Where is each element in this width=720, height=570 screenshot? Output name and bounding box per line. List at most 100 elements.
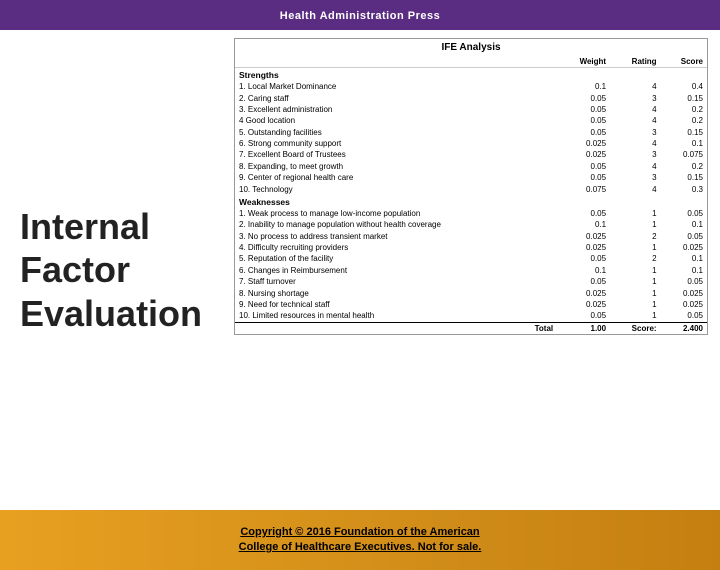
total-label: Total bbox=[235, 322, 557, 334]
row-score: 0.1 bbox=[661, 138, 707, 149]
row-rating: 1 bbox=[610, 299, 660, 310]
row-weight: 0.1 bbox=[557, 81, 610, 92]
row-weight: 0.025 bbox=[557, 299, 610, 310]
weakness-row: 10. Limited resources in mental health 0… bbox=[235, 310, 707, 322]
row-rating: 4 bbox=[610, 115, 660, 126]
row-name: 8. Expanding, to meet growth bbox=[235, 161, 557, 172]
strength-row: 10. Technology 0.075 4 0.3 bbox=[235, 183, 707, 194]
row-score: 0.05 bbox=[661, 208, 707, 219]
page-title: Internal Factor Evaluation bbox=[20, 205, 210, 335]
row-rating: 2 bbox=[610, 253, 660, 264]
row-name: 4. Difficulty recruiting providers bbox=[235, 242, 557, 253]
row-rating: 1 bbox=[610, 242, 660, 253]
row-score: 0.3 bbox=[661, 183, 707, 194]
row-name: 5. Reputation of the facility bbox=[235, 253, 557, 264]
weakness-row: 2. Inability to manage population withou… bbox=[235, 219, 707, 230]
row-name: 6. Strong community support bbox=[235, 138, 557, 149]
strengths-header: Strengths bbox=[235, 68, 707, 82]
row-name: 8. Nursing shortage bbox=[235, 287, 557, 298]
strength-row: 7. Excellent Board of Trustees 0.025 3 0… bbox=[235, 149, 707, 160]
col-header-rating: Rating bbox=[610, 56, 660, 68]
row-name: 1. Local Market Dominance bbox=[235, 81, 557, 92]
ife-table-container: IFE Analysis Weight Rating Score Strengt… bbox=[234, 38, 708, 335]
total-row: Total 1.00 Score: 2.400 bbox=[235, 322, 707, 334]
row-score: 0.1 bbox=[661, 265, 707, 276]
strength-row: 2. Caring staff 0.05 3 0.15 bbox=[235, 92, 707, 103]
row-rating: 3 bbox=[610, 149, 660, 160]
row-rating: 1 bbox=[610, 310, 660, 322]
row-score: 0.15 bbox=[661, 127, 707, 138]
row-rating: 4 bbox=[610, 138, 660, 149]
row-rating: 1 bbox=[610, 276, 660, 287]
col-header-name bbox=[235, 56, 557, 68]
row-name: 10. Limited resources in mental health bbox=[235, 310, 557, 322]
row-weight: 0.025 bbox=[557, 149, 610, 160]
row-name: 7. Staff turnover bbox=[235, 276, 557, 287]
row-weight: 0.025 bbox=[557, 287, 610, 298]
row-score: 0.2 bbox=[661, 161, 707, 172]
row-weight: 0.05 bbox=[557, 208, 610, 219]
total-score: 2.400 bbox=[661, 322, 707, 334]
row-score: 0.05 bbox=[661, 310, 707, 322]
row-weight: 0.05 bbox=[557, 127, 610, 138]
header-title: Health Administration Press bbox=[280, 10, 440, 22]
row-rating: 4 bbox=[610, 104, 660, 115]
row-score: 0.2 bbox=[661, 115, 707, 126]
row-rating: 4 bbox=[610, 81, 660, 92]
weakness-row: 6. Changes in Reimbursement 0.1 1 0.1 bbox=[235, 265, 707, 276]
row-score: 0.1 bbox=[661, 253, 707, 264]
left-panel: Internal Factor Evaluation bbox=[0, 30, 230, 510]
footer-text: Copyright © 2016 Foundation of the Ameri… bbox=[239, 525, 482, 556]
row-name: 9. Need for technical staff bbox=[235, 299, 557, 310]
row-score: 0.025 bbox=[661, 299, 707, 310]
weakness-row: 4. Difficulty recruiting providers 0.025… bbox=[235, 242, 707, 253]
footer: Copyright © 2016 Foundation of the Ameri… bbox=[0, 510, 720, 570]
row-weight: 0.05 bbox=[557, 276, 610, 287]
weaknesses-header: Weaknesses bbox=[235, 195, 707, 208]
row-name: 9. Center of regional health care bbox=[235, 172, 557, 183]
row-weight: 0.05 bbox=[557, 92, 610, 103]
row-name: 5. Outstanding facilities bbox=[235, 127, 557, 138]
row-score: 0.1 bbox=[661, 219, 707, 230]
strength-row: 1. Local Market Dominance 0.1 4 0.4 bbox=[235, 81, 707, 92]
row-name: 2. Inability to manage population withou… bbox=[235, 219, 557, 230]
row-score: 0.15 bbox=[661, 92, 707, 103]
row-score: 0.05 bbox=[661, 276, 707, 287]
row-score: 0.025 bbox=[661, 242, 707, 253]
row-score: 0.025 bbox=[661, 287, 707, 298]
weakness-row: 3. No process to address transient marke… bbox=[235, 231, 707, 242]
row-rating: 1 bbox=[610, 265, 660, 276]
row-weight: 0.05 bbox=[557, 253, 610, 264]
row-name: 4 Good location bbox=[235, 115, 557, 126]
strength-row: 5. Outstanding facilities 0.05 3 0.15 bbox=[235, 127, 707, 138]
row-rating: 3 bbox=[610, 92, 660, 103]
row-weight: 0.05 bbox=[557, 115, 610, 126]
row-rating: 4 bbox=[610, 161, 660, 172]
weakness-row: 1. Weak process to manage low-income pop… bbox=[235, 208, 707, 219]
total-score-label: Score: bbox=[610, 322, 660, 334]
row-weight: 0.05 bbox=[557, 161, 610, 172]
row-score: 0.2 bbox=[661, 104, 707, 115]
row-name: 10. Technology bbox=[235, 183, 557, 194]
row-rating: 3 bbox=[610, 172, 660, 183]
weakness-row: 8. Nursing shortage 0.025 1 0.025 bbox=[235, 287, 707, 298]
strength-row: 8. Expanding, to meet growth 0.05 4 0.2 bbox=[235, 161, 707, 172]
right-panel: IFE Analysis Weight Rating Score Strengt… bbox=[230, 30, 720, 510]
row-name: 3. No process to address transient marke… bbox=[235, 231, 557, 242]
row-name: 2. Caring staff bbox=[235, 92, 557, 103]
row-rating: 1 bbox=[610, 219, 660, 230]
row-weight: 0.025 bbox=[557, 242, 610, 253]
strength-row: 4 Good location 0.05 4 0.2 bbox=[235, 115, 707, 126]
row-name: 6. Changes in Reimbursement bbox=[235, 265, 557, 276]
header: Health Administration Press bbox=[0, 0, 720, 30]
total-weight: 1.00 bbox=[557, 322, 610, 334]
strength-row: 9. Center of regional health care 0.05 3… bbox=[235, 172, 707, 183]
row-weight: 0.025 bbox=[557, 138, 610, 149]
row-score: 0.15 bbox=[661, 172, 707, 183]
row-weight: 0.05 bbox=[557, 172, 610, 183]
row-weight: 0.05 bbox=[557, 310, 610, 322]
row-score: 0.4 bbox=[661, 81, 707, 92]
row-weight: 0.1 bbox=[557, 265, 610, 276]
row-weight: 0.025 bbox=[557, 231, 610, 242]
col-header-weight: Weight bbox=[557, 56, 610, 68]
